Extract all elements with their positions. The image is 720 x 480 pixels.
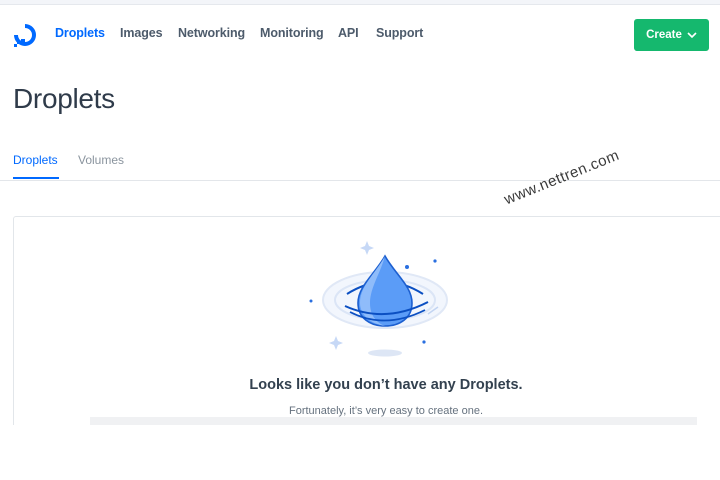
active-tab-indicator: [13, 177, 59, 179]
empty-state-subtitle: Fortunately, it’s very easy to create on…: [288, 405, 484, 417]
top-navigation: Droplets Images Networking Monitoring AP…: [0, 5, 720, 63]
create-button[interactable]: Create: [634, 19, 709, 51]
nav-item-monitoring[interactable]: Monitoring: [260, 26, 324, 40]
water-drop-illustration: [300, 236, 465, 361]
content-strip: [90, 417, 697, 425]
chevron-down-icon: [687, 31, 697, 39]
nav-item-networking[interactable]: Networking: [178, 26, 245, 40]
tab-volumes[interactable]: Volumes: [78, 153, 124, 167]
page-title: Droplets: [13, 83, 115, 114]
tab-droplets[interactable]: Droplets: [13, 153, 58, 167]
nav-item-droplets[interactable]: Droplets: [55, 26, 105, 40]
empty-state-title: Looks like you don’t have any Droplets.: [249, 377, 523, 393]
nav-item-support[interactable]: Support: [376, 26, 423, 40]
digitalocean-logo-icon[interactable]: [12, 22, 38, 48]
nav-item-api[interactable]: API: [338, 26, 359, 40]
nav-item-images[interactable]: Images: [120, 26, 163, 40]
create-button-label: Create: [646, 29, 682, 41]
blank-area: [0, 425, 720, 480]
